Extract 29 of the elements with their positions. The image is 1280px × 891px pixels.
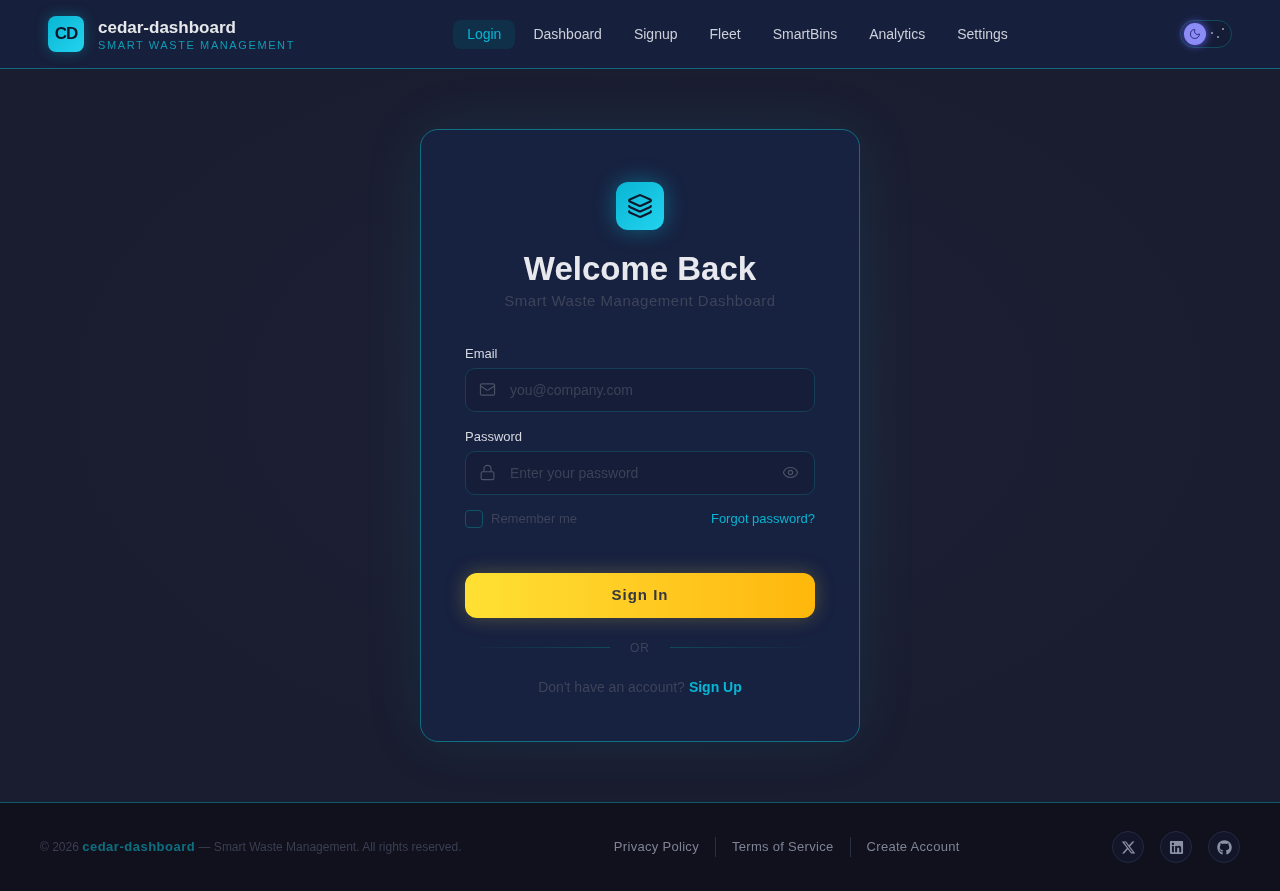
lock-icon: [479, 464, 496, 481]
footer-link[interactable]: Terms of Service: [714, 837, 850, 857]
mail-icon: [479, 381, 496, 398]
x-logo-icon[interactable]: [1112, 831, 1144, 863]
remember-checkbox[interactable]: [465, 509, 483, 528]
nav-link[interactable]: Settings: [943, 19, 1022, 49]
sign-up-link[interactable]: Sign Up: [688, 676, 742, 698]
footer-link[interactable]: Create Account: [849, 837, 976, 857]
nav-link[interactable]: Signup: [619, 19, 692, 49]
app-name: cedar-dashboard: [98, 16, 237, 38]
app-tagline: SMART WASTE MANAGEMENT: [98, 37, 295, 52]
logo-tile: CD: [48, 16, 84, 52]
nav-link[interactable]: Fleet: [695, 19, 755, 49]
theme-toggle[interactable]: [1180, 20, 1232, 48]
moon-icon: [1184, 23, 1206, 45]
nav-link[interactable]: Login: [453, 19, 516, 49]
github-logo-icon[interactable]: [1208, 831, 1240, 863]
nav-link[interactable]: Dashboard: [519, 19, 616, 49]
field-label: Password: [465, 429, 524, 445]
stars-icon: [1209, 27, 1225, 41]
welcome-title: Welcome Back: [523, 249, 757, 289]
linkedin-logo-icon[interactable]: [1160, 831, 1192, 863]
nav-link[interactable]: SmartBins: [758, 19, 852, 49]
field-label: Email: [465, 346, 499, 362]
forgot-password-link[interactable]: Forgot password?: [710, 509, 815, 529]
nav-link[interactable]: Analytics: [855, 19, 940, 49]
sign-in-button[interactable]: Sign In: [465, 572, 815, 618]
footer-link[interactable]: Privacy Policy: [597, 837, 715, 857]
layers-icon: [616, 182, 664, 230]
